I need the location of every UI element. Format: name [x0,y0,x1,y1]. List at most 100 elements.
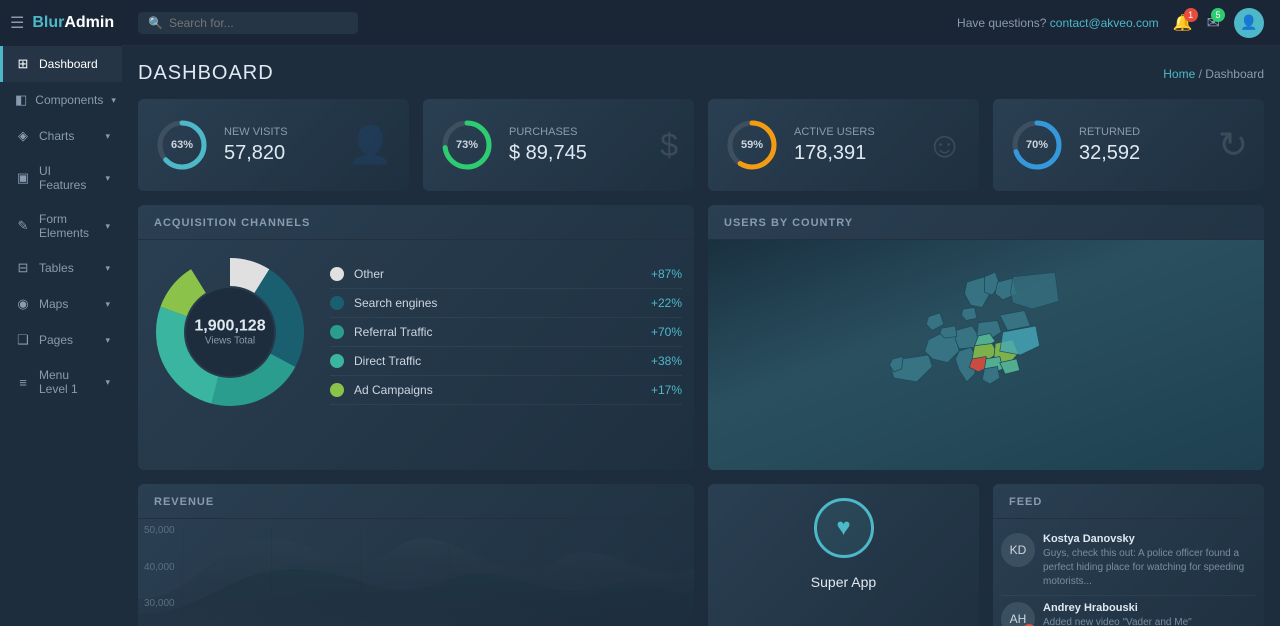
channel-name-direct: Direct Traffic [354,354,641,368]
sidebar-label-maps: Maps [39,297,97,311]
sidebar-item-charts[interactable]: ◈ Charts ▾ [0,118,122,154]
logo-admin: Admin [64,14,114,31]
superapp-name: Super App [811,574,876,590]
sidebar-item-ui-features[interactable]: ▣ UI Features ▾ [0,154,122,202]
page-title: DASHBOARD [138,62,274,85]
channel-pct-direct: +38% [651,354,682,368]
channel-pct-ad-campaigns: +17% [651,383,682,397]
stat-card-active-users: 59% Active Users 178,391 ☺ [708,99,979,191]
avatar[interactable]: 👤 [1234,8,1264,38]
channel-name-ad-campaigns: Ad Campaigns [354,383,641,397]
sidebar-nav: ⊞ Dashboard ◧ Components ▾ ◈ Charts ▾ ▣ … [0,46,122,406]
arrow-icon-menu: ▾ [105,377,110,388]
acquisition-title: ACQUISITION CHANNELS [138,205,694,240]
search-bar[interactable]: 🔍 [138,12,358,34]
stat-donut-active-users: 59% [724,117,780,173]
arrow-icon-maps: ▾ [105,299,110,310]
stat-pct-returned: 70% [1026,139,1048,151]
stat-info-purchases: Purchases $ 89,745 [509,126,646,165]
map-svg [708,240,1264,470]
users-by-country-panel: USERS BY COUNTRY [708,205,1264,470]
breadcrumb-current: Dashboard [1205,67,1264,81]
feed-avatar-0: KD [1001,533,1035,567]
revenue-y-50k: 50,000 [144,525,175,536]
stat-label-purchases: Purchases [509,126,646,138]
revenue-chart [138,519,694,626]
sidebar-item-dashboard[interactable]: ⊞ Dashboard [0,46,122,82]
channel-item-other: Other +87% [330,260,682,289]
revenue-title: REVENUE [138,484,694,519]
sidebar-item-maps[interactable]: ◉ Maps ▾ [0,286,122,322]
arrow-icon: ▾ [111,95,116,106]
sidebar-item-tables[interactable]: ⊟ Tables ▾ [0,250,122,286]
sidebar: ☰ BlurAdmin ⊞ Dashboard ◧ Components ▾ ◈… [0,0,122,626]
sidebar-item-form-elements[interactable]: ✎ Form Elements ▾ [0,202,122,250]
stat-donut-returned: 70% [1009,117,1065,173]
sidebar-label-components: Components [35,93,103,107]
notification-bell-wrapper[interactable]: 🔔 1 [1173,13,1193,33]
heart-icon: ♥ [836,514,850,542]
stat-pct-new-visits: 63% [171,139,193,151]
stat-info-returned: Returned 32,592 [1079,126,1204,165]
bottom-panels: ACQUISITION CHANNELS [138,205,1264,470]
stat-cards: 63% New Visits 57,820 👤 73% [138,99,1264,191]
message-badge: 5 [1211,8,1225,22]
sidebar-item-components[interactable]: ◧ Components ▾ [0,82,122,118]
page-content: DASHBOARD Home / Dashboard 63% New [122,46,1280,626]
stat-card-purchases: 73% Purchases $ 89,745 $ [423,99,694,191]
channel-item-referral: Referral Traffic +70% [330,318,682,347]
channel-dot-other [330,267,344,281]
feed-title: FEED [993,484,1264,519]
sidebar-label-charts: Charts [39,129,97,143]
donut-center: 1,900,128 Views Total [194,318,265,347]
questions-text: Have questions? contact@akveo.com [957,16,1159,30]
feed-name-0: Kostya Danovsky [1043,533,1256,545]
revenue-y-30k: 30,000 [144,598,175,609]
channel-pct-other: +87% [651,267,682,281]
channel-item-search: Search engines +22% [330,289,682,318]
search-input[interactable] [169,16,348,30]
revenue-yaxis: 50,000 40,000 30,000 [138,519,181,626]
ui-features-icon: ▣ [15,170,31,186]
sidebar-label-dashboard: Dashboard [39,57,110,71]
stat-info-new-visits: New Visits 57,820 [224,126,334,165]
channel-name-referral: Referral Traffic [354,325,641,339]
stat-value-purchases: $ 89,745 [509,142,646,165]
stat-card-returned: 70% Returned 32,592 ↻ [993,99,1264,191]
revenue-body: 50,000 40,000 30,000 [138,519,694,626]
superapp-body: ♥ Super App [708,484,979,604]
donut-chart: 1,900,128 Views Total [150,252,310,412]
channel-list: Other +87% Search engines +22% Referral … [330,260,682,405]
form-elements-icon: ✎ [15,218,31,234]
hamburger-icon[interactable]: ☰ [10,13,24,33]
breadcrumb-home[interactable]: Home [1163,67,1195,81]
sidebar-item-pages[interactable]: ❑ Pages ▾ [0,322,122,358]
stat-label-returned: Returned [1079,126,1204,138]
map-body [708,240,1264,470]
sidebar-label-pages: Pages [39,333,97,347]
stat-icon-new-visits: 👤 [348,124,393,166]
acquisition-body: 1,900,128 Views Total Other +87% Search [138,240,694,424]
arrow-icon-charts: ▾ [105,131,110,142]
right-lower: ♥ Super App FEED KD Kostya Danovsky Guys… [708,484,1264,626]
stat-pct-purchases: 73% [456,139,478,151]
pages-icon: ❑ [15,332,31,348]
maps-icon: ◉ [15,296,31,312]
message-envelope-wrapper[interactable]: ✉ 5 [1207,13,1220,33]
main: 🔍 Have questions? contact@akveo.com 🔔 1 … [122,0,1280,626]
superapp-panel: ♥ Super App [708,484,979,626]
feed-content-0: Kostya Danovsky Guys, check this out: A … [1043,533,1256,589]
topbar-right: Have questions? contact@akveo.com 🔔 1 ✉ … [957,8,1264,38]
charts-icon: ◈ [15,128,31,144]
feed-panel: FEED KD Kostya Danovsky Guys, check this… [993,484,1264,626]
lower-row: REVENUE 50,000 40,000 30,000 [138,484,1264,626]
stat-pct-active-users: 59% [741,139,763,151]
stat-icon-returned: ↻ [1218,124,1248,166]
topbar: 🔍 Have questions? contact@akveo.com 🔔 1 … [122,0,1280,46]
stat-label-new-visits: New Visits [224,126,334,138]
page-header: DASHBOARD Home / Dashboard [138,62,1264,85]
sidebar-label-menu-level-1: Menu Level 1 [39,368,97,396]
questions-email[interactable]: contact@akveo.com [1050,16,1159,30]
feed-item-1: AH ▶ Andrey Hrabouski Added new video "V… [1001,596,1256,626]
sidebar-item-menu-level-1[interactable]: ≡ Menu Level 1 ▾ [0,358,122,406]
